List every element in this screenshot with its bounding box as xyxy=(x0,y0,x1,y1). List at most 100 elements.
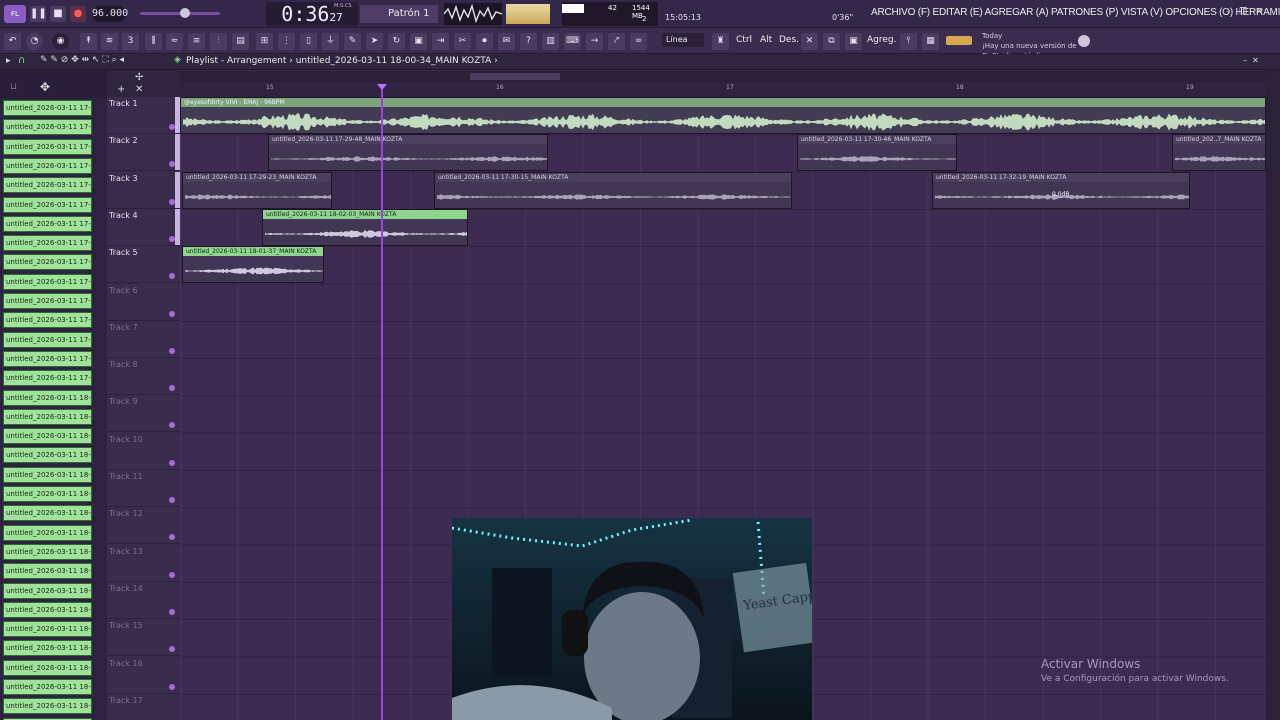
tool-icon-5[interactable]: ≈ xyxy=(166,33,183,50)
browser-clip-item[interactable]: untitled_2026-03-11 18-... xyxy=(3,659,92,676)
plug-icon[interactable]: ⏚ xyxy=(322,33,339,50)
track-header[interactable]: Track 1 xyxy=(107,97,180,134)
browser-clip-item[interactable]: untitled_2026-03-11 18-... xyxy=(3,698,92,715)
browser-clip-item[interactable]: untitled_2026-03-11 17-... xyxy=(3,273,92,290)
fl-logo[interactable]: FL xyxy=(4,5,26,23)
track-header[interactable]: Track 6 xyxy=(107,284,180,321)
audio-clip[interactable]: untitled_2026-03-11 17-30-46_MAIN KOZTA xyxy=(797,134,957,172)
browser-move-icon[interactable]: ✥ xyxy=(40,80,50,94)
browser-icon[interactable]: ⋮ xyxy=(278,33,295,50)
channel-rack-icon[interactable]: ⫶ xyxy=(210,33,227,50)
track-mute-dot[interactable] xyxy=(169,459,175,466)
main-menu[interactable]: ARCHIVO (F) EDITAR (E) AGREGAR (A) PATRO… xyxy=(871,7,1280,18)
file-icon[interactable]: ▯ xyxy=(300,33,317,50)
audio-clip[interactable]: untitled_2026-03-11 17-30-15_MAIN KOZTA xyxy=(434,171,792,209)
stamp-icon[interactable]: ♜ xyxy=(712,33,729,50)
browser-clip-item[interactable]: untitled_2026-03-11 17-... xyxy=(3,100,92,116)
magnet-icon[interactable]: ∩ xyxy=(18,55,25,66)
pause-button[interactable]: ❚❚ xyxy=(30,6,47,22)
browser-clip-item[interactable]: untitled_2026-03-11 18-... xyxy=(3,486,92,502)
record-mode-icon[interactable]: ◉ xyxy=(52,33,69,50)
track-header[interactable]: Track 5 xyxy=(107,246,180,284)
track-header[interactable]: Track 9 xyxy=(107,395,180,433)
track-mute-dot[interactable] xyxy=(169,683,175,690)
browser-clip-item[interactable]: untitled_2026-03-11 18-... xyxy=(3,679,92,695)
browser-clip-item[interactable]: untitled_2026-03-11 17-... xyxy=(3,254,92,271)
browser-clip-item[interactable]: untitled_2026-03-11 17-... xyxy=(3,350,92,367)
tape-icon[interactable] xyxy=(946,36,972,45)
scroll-thumb[interactable] xyxy=(470,73,560,80)
browser-clip-item[interactable]: untitled_2026-03-11 18-... xyxy=(3,466,92,483)
playlist-window-controls[interactable]: – ✕ xyxy=(1243,56,1259,65)
close-button[interactable]: ✕ xyxy=(1256,7,1264,17)
collapse-icon[interactable]: ✢ xyxy=(135,72,143,83)
track-mute-dot[interactable] xyxy=(169,571,175,578)
browser-clip-item[interactable]: untitled_2026-03-11 17-... xyxy=(3,293,92,309)
browser-clip-item[interactable]: untitled_2026-03-11 18-... xyxy=(3,447,92,464)
browser-clip-item[interactable]: untitled_2026-03-11 18-... xyxy=(3,601,92,618)
alt-key[interactable]: Alt xyxy=(760,35,772,45)
browser-clip-item[interactable]: untitled_2026-03-11 17-... xyxy=(3,312,92,329)
bird-icon[interactable]: ➤ xyxy=(366,33,383,50)
shift-key[interactable]: Des. xyxy=(779,35,799,45)
browser-clip-item[interactable]: untitled_2026-03-11 17-... xyxy=(3,370,92,387)
help-icon[interactable]: ? xyxy=(520,33,537,50)
track-mute-dot[interactable] xyxy=(169,422,175,429)
paste-icon[interactable]: ▣ xyxy=(845,33,862,50)
track-header[interactable]: Track 4 xyxy=(107,208,180,246)
microphone-icon[interactable]: ⏺ xyxy=(476,33,493,50)
maximize-button[interactable]: ❐ xyxy=(1239,7,1247,17)
metronome-icon[interactable]: ◔ xyxy=(26,33,43,50)
browser-clip-item[interactable]: untitled_2026-03-11 18-... xyxy=(3,640,92,657)
browser-clip-item[interactable]: untitled_2026-03-11 18-... xyxy=(3,563,92,580)
tool-icon-2[interactable]: ≋ xyxy=(101,33,118,50)
track-mute-dot[interactable] xyxy=(169,608,175,615)
tool-icon-1[interactable]: ↟ xyxy=(80,33,97,50)
track-mute-dot[interactable] xyxy=(169,497,175,503)
pencil-tool-icon[interactable]: ✎ ✎ ⊘ ✥ ⇹ ↖ ⛶ ⌕ ◂ xyxy=(40,55,124,65)
clipboard-icon[interactable]: ▥ xyxy=(542,33,559,50)
track-header[interactable]: Track 7 xyxy=(107,321,180,358)
copy-icon[interactable]: ⧉ xyxy=(823,33,840,50)
track-header[interactable]: Track 10 xyxy=(107,433,180,470)
undo-icon[interactable]: ↶ xyxy=(4,33,21,50)
track-header[interactable]: Track 15 xyxy=(107,619,180,657)
audio-clip[interactable]: untitled_2026-03-11 17-29-48_MAIN KOZTA xyxy=(268,134,548,172)
audio-clip[interactable]: untitled_2026-03-11 18-02-03_MAIN KOZTA xyxy=(262,208,468,246)
track-header[interactable]: Track 12 xyxy=(107,507,180,545)
delete-icon[interactable]: ✕ xyxy=(801,33,818,50)
arrow-icon[interactable]: ▸ xyxy=(6,56,11,66)
browser-clip-item[interactable]: untitled_2026-03-11 18-... xyxy=(3,582,92,599)
close-track-icon[interactable]: ✕ xyxy=(135,84,143,95)
globe-icon[interactable] xyxy=(1078,35,1090,47)
pencil-icon[interactable]: ✎ xyxy=(344,33,361,50)
keyboard-icon[interactable]: ⌨ xyxy=(564,33,581,50)
browser-tool-icon[interactable]: ⊔ xyxy=(10,82,17,92)
audio-clip[interactable]: untitled_202..7_MAIN KOZTA xyxy=(1172,134,1266,172)
minimize-button[interactable]: – xyxy=(1226,7,1231,17)
save-icon[interactable]: ▣ xyxy=(410,33,427,50)
browser-clip-item[interactable]: untitled_2026-03-11 18-... xyxy=(3,428,92,445)
track-mute-dot[interactable] xyxy=(169,310,175,317)
browser-clip-item[interactable]: untitled_2026-03-11 18-... xyxy=(3,524,92,541)
master-volume-knob[interactable] xyxy=(180,8,190,18)
browser-clip-item[interactable]: untitled_2026-03-11 17-... xyxy=(3,215,92,232)
audio-clip[interactable]: @eyesofdirty VIVI - EMAJ - 96BPM xyxy=(180,97,1266,134)
browser-clip-item[interactable]: untitled_2026-03-11 18-... xyxy=(3,389,92,406)
track-header[interactable]: Track 16 xyxy=(107,657,180,694)
tempo-display[interactable]: 96.000 xyxy=(92,6,128,22)
playhead[interactable] xyxy=(381,84,383,720)
export-icon[interactable]: ⇥ xyxy=(432,33,449,50)
track-mute-dot[interactable] xyxy=(169,273,175,280)
audio-clip[interactable]: untitled_2026-03-11 18-01-37_MAIN KOZTA xyxy=(182,246,324,284)
snap-selector[interactable]: Línea xyxy=(662,33,704,47)
browser-clip-item[interactable]: untitled_2026-03-11 18-... xyxy=(3,621,92,638)
track-mute-dot[interactable] xyxy=(169,534,175,541)
pattern-selector[interactable]: Patrón 1 xyxy=(360,5,438,23)
track-header[interactable]: Track 17 xyxy=(107,694,180,720)
mixer-icon[interactable]: ≡ xyxy=(188,33,205,50)
browser-clip-item[interactable]: untitled_2026-03-11 17-... xyxy=(3,331,92,348)
record-button[interactable]: ● xyxy=(70,6,86,22)
link-icon[interactable]: ∞ xyxy=(630,33,647,50)
cut-icon[interactable]: ✂ xyxy=(454,33,471,50)
